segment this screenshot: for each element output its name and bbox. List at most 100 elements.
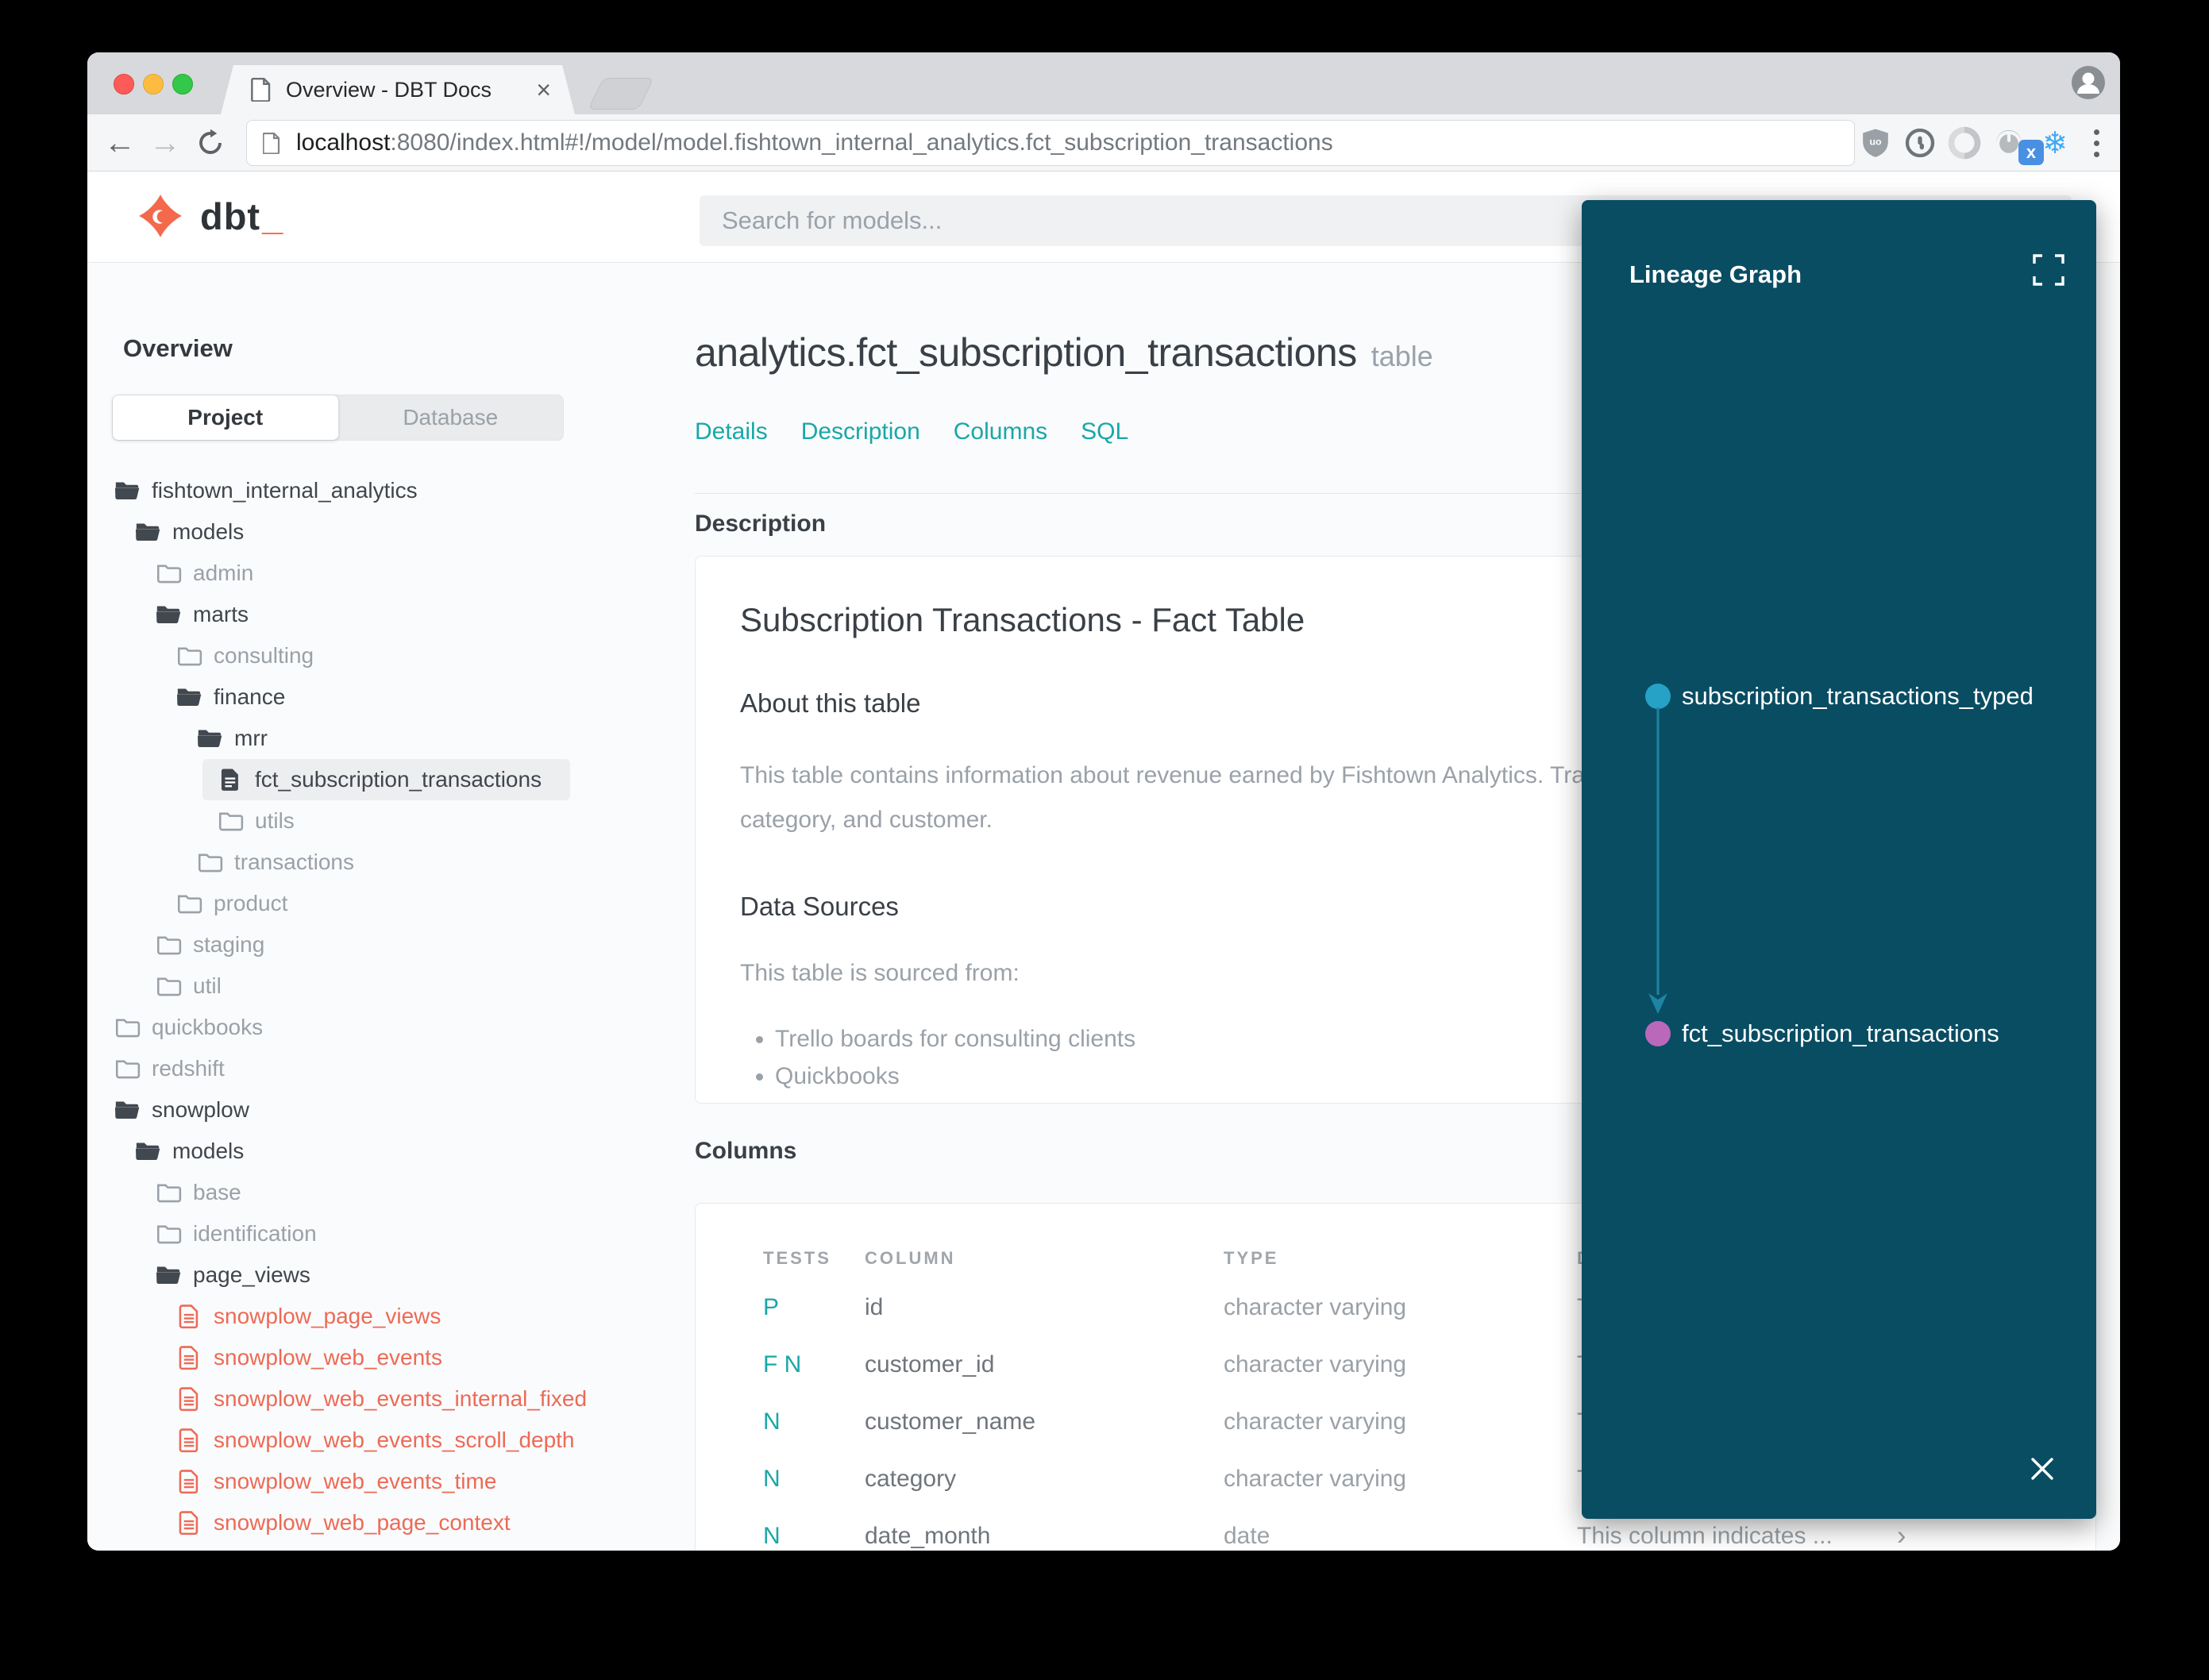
desktop-background: Overview - DBT Docs × ← → localhost:8080… xyxy=(0,0,2209,1680)
lineage-edge-arrow xyxy=(1648,707,1667,1014)
tree-item-mrr[interactable]: mrr xyxy=(87,718,695,759)
type-cell: character varying xyxy=(1224,1408,1407,1435)
description-section-heading: Description xyxy=(695,511,827,537)
tree-item-snowplow_web_events[interactable]: snowplow_web_events xyxy=(87,1337,695,1378)
tree-item-utils[interactable]: utils xyxy=(87,800,695,842)
tree-item-label: snowplow_web_events_scroll_depth xyxy=(214,1428,575,1452)
column-cell: customer_name xyxy=(865,1408,1036,1435)
new-tab-button[interactable] xyxy=(588,78,654,110)
tree-item-label: snowplow_web_events_time xyxy=(214,1469,497,1493)
tree-item-snowplow[interactable]: snowplow xyxy=(87,1089,695,1131)
tree-item-snowplow_web_events_time[interactable]: snowplow_web_events_time xyxy=(87,1461,695,1502)
lineage-node-upstream[interactable]: subscription_transactions_typed xyxy=(1645,682,2034,711)
svg-text:uo: uo xyxy=(1869,137,1882,148)
model-nav-link-columns[interactable]: Columns xyxy=(954,418,1047,445)
tree-item-base[interactable]: base xyxy=(87,1172,695,1213)
ublock-extension-icon[interactable]: uo xyxy=(1855,114,1896,171)
page-icon xyxy=(251,78,272,102)
column-header-tests: TESTS xyxy=(763,1248,831,1268)
tree-item-finance[interactable]: finance xyxy=(87,676,695,718)
zoom-window-button[interactable] xyxy=(172,74,193,94)
sidebar: Overview Project Database fishtown_inter… xyxy=(87,263,695,1551)
reload-button[interactable] xyxy=(192,114,229,171)
tree-item-snowplow_web_events_scroll_depth[interactable]: snowplow_web_events_scroll_depth xyxy=(87,1420,695,1461)
tree-item-snowplow_web_events_internal_fixed[interactable]: snowplow_web_events_internal_fixed xyxy=(87,1378,695,1420)
tree-item-label: snowplow_web_events xyxy=(214,1345,442,1370)
tree-item-page_views[interactable]: page_views xyxy=(87,1254,695,1296)
tree-item-snowplow_page_views[interactable]: snowplow_page_views xyxy=(87,1296,695,1337)
tree-item-identification[interactable]: identification xyxy=(87,1213,695,1254)
model-nav-link-description[interactable]: Description xyxy=(801,418,920,445)
source-toggle: Project Database xyxy=(112,395,564,441)
tree-item-product[interactable]: product xyxy=(87,883,695,924)
tab-project[interactable]: Project xyxy=(113,395,338,440)
close-window-button[interactable] xyxy=(114,74,134,94)
opera-extension-icon[interactable] xyxy=(1944,114,1985,171)
tree-item-label: quickbooks xyxy=(152,1015,264,1039)
reload-icon xyxy=(199,129,222,154)
snowflake-extension-icon[interactable]: ❄ xyxy=(2034,114,2076,171)
tree-item-models[interactable]: models xyxy=(87,1131,695,1172)
tree-item-transactions[interactable]: transactions xyxy=(87,842,695,883)
tests-cell: N xyxy=(763,1408,781,1435)
tree-item-marts[interactable]: marts xyxy=(87,594,695,635)
tree-item-label: staging xyxy=(193,932,265,957)
expand-row-chevron-icon[interactable]: › xyxy=(1897,1521,1906,1551)
dbt-logo[interactable]: dbt _ xyxy=(138,194,283,238)
dbt-logo-underscore: _ xyxy=(262,195,283,237)
node-dot xyxy=(1645,1021,1671,1046)
fullscreen-icon[interactable] xyxy=(2031,252,2066,287)
tab-database[interactable]: Database xyxy=(338,395,564,440)
tests-cell: N xyxy=(763,1523,781,1549)
tree-item-models[interactable]: models xyxy=(87,511,695,553)
tree-item-label: transactions xyxy=(234,850,354,874)
tree-item-util[interactable]: util xyxy=(87,965,695,1007)
close-tab-icon[interactable]: × xyxy=(536,77,551,102)
node-label: subscription_transactions_typed xyxy=(1682,682,2034,710)
tree-item-fishtown_internal_analytics[interactable]: fishtown_internal_analytics xyxy=(87,470,695,511)
column-cell: category xyxy=(865,1466,957,1492)
tree-item-label: page_views xyxy=(193,1262,310,1287)
tree-item-admin[interactable]: admin xyxy=(87,553,695,594)
onepassword-extension-icon[interactable] xyxy=(1899,114,1941,171)
tree-item-staging[interactable]: staging xyxy=(87,924,695,965)
model-nav-link-details[interactable]: Details xyxy=(695,418,768,445)
profile-avatar-icon[interactable] xyxy=(2071,65,2106,100)
lineage-node-current[interactable]: fct_subscription_transactions xyxy=(1645,1019,1999,1048)
lineage-graph-panel: Lineage Graph subscription_transactions_… xyxy=(1582,200,2096,1519)
minimize-window-button[interactable] xyxy=(143,74,164,94)
type-cell: character varying xyxy=(1224,1294,1407,1320)
tree-item-redshift[interactable]: redshift xyxy=(87,1048,695,1089)
tree-item-label: util xyxy=(193,973,222,998)
description-cell: This column indicates ... xyxy=(1577,1523,1833,1549)
tree-item-label: snowplow_web_page_context xyxy=(214,1510,511,1535)
tree-item-snowplow_web_page_context[interactable]: snowplow_web_page_context xyxy=(87,1502,695,1543)
kebab-menu-icon xyxy=(2093,129,2099,157)
model-name: analytics.fct_subscription_transactions xyxy=(695,330,1357,375)
url-path: :8080/index.html#!/model/model.fishtown_… xyxy=(390,129,1333,156)
browser-menu-button[interactable] xyxy=(2076,114,2117,171)
tree-item-label: consulting xyxy=(214,643,314,668)
model-nav-link-sql[interactable]: SQL xyxy=(1081,418,1128,445)
close-lineage-icon[interactable] xyxy=(2026,1453,2058,1485)
tests-cell: F N xyxy=(763,1351,802,1378)
tree-item-label: models xyxy=(172,519,245,544)
forward-button[interactable]: → xyxy=(147,114,183,171)
tests-cell: P xyxy=(763,1294,780,1320)
browser-tab[interactable]: Overview - DBT Docs × xyxy=(221,65,575,114)
type-cell: date xyxy=(1224,1523,1270,1549)
back-button[interactable]: ← xyxy=(102,114,138,171)
tree-item-consulting[interactable]: consulting xyxy=(87,635,695,676)
tab-title: Overview - DBT Docs xyxy=(286,77,492,102)
column-cell: id xyxy=(865,1294,884,1320)
tree-item-quickbooks[interactable]: quickbooks xyxy=(87,1007,695,1048)
address-bar[interactable]: localhost:8080/index.html#!/model/model.… xyxy=(246,120,1855,166)
column-header-column: COLUMN xyxy=(865,1248,956,1268)
type-cell: character varying xyxy=(1224,1466,1407,1492)
column-cell: date_month xyxy=(865,1523,991,1549)
column-cell: customer_id xyxy=(865,1351,995,1378)
page-title: analytics.fct_subscription_transactions t… xyxy=(695,329,1433,376)
tree-item-label: fishtown_internal_analytics xyxy=(152,478,418,503)
tree-item-label: finance xyxy=(214,684,286,709)
tree-item-fct_subscription_transactions[interactable]: fct_subscription_transactions xyxy=(202,759,570,800)
